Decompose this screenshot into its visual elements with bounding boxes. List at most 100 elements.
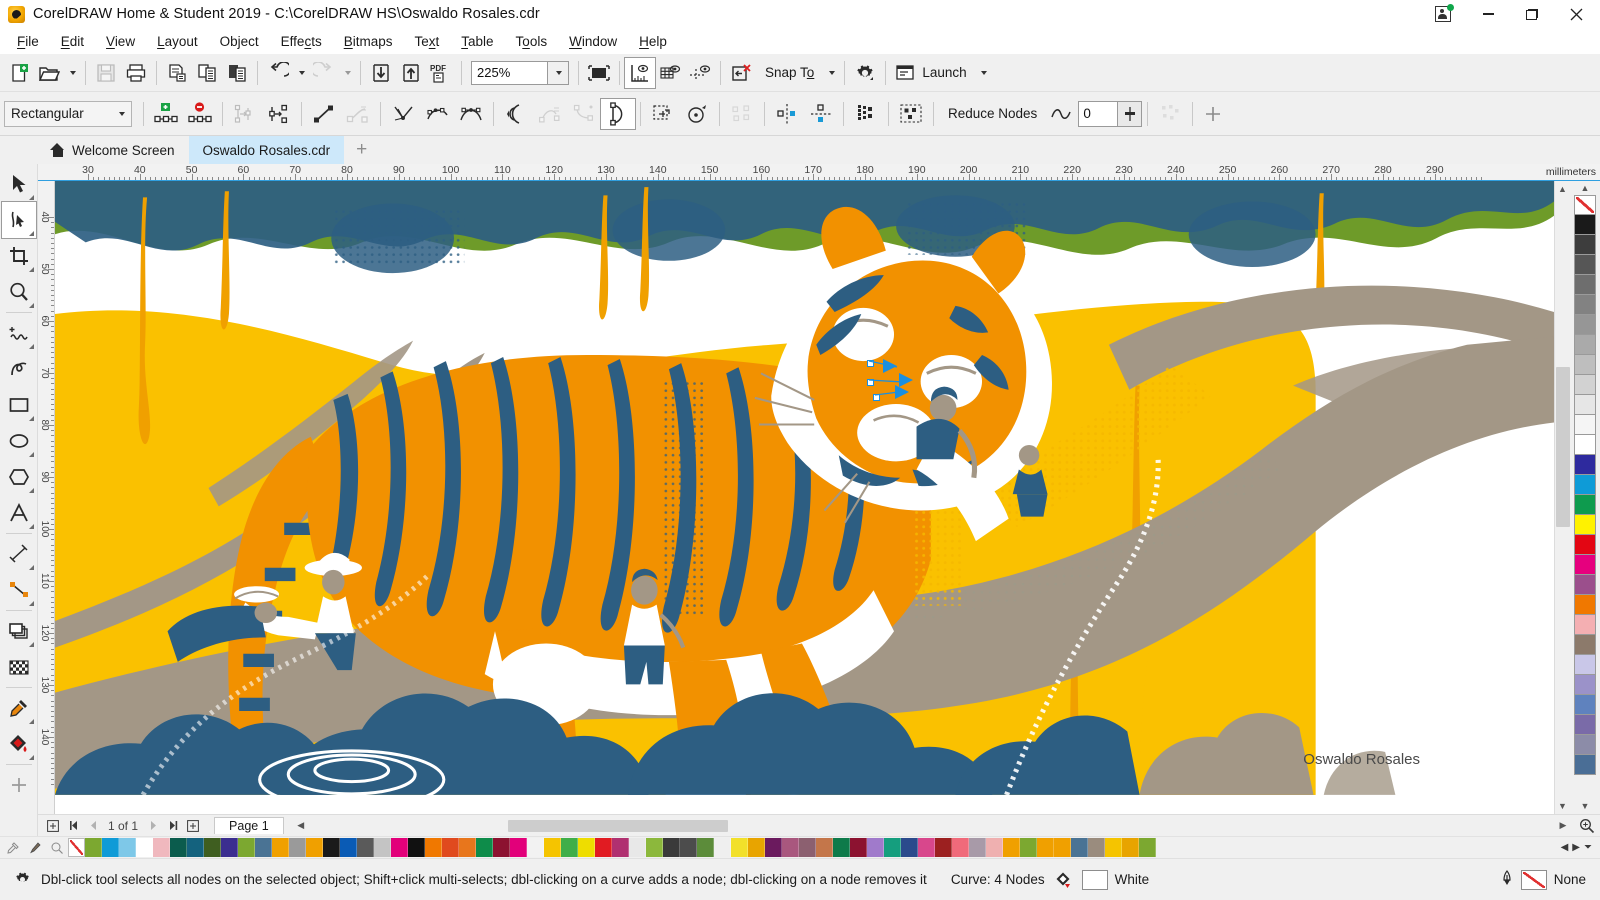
palette-swatch[interactable]	[1574, 315, 1596, 335]
parallel-dimension-tool[interactable]	[2, 536, 36, 572]
no-color-swatch[interactable]	[1574, 195, 1596, 215]
stretch-scale-nodes-button[interactable]	[646, 99, 680, 129]
scroll-left-arrow[interactable]: ◀	[294, 820, 308, 831]
make-node-cusp-button[interactable]	[386, 99, 420, 129]
palette-swatch[interactable]	[1574, 475, 1596, 495]
add-page-start-button[interactable]	[44, 817, 62, 835]
undo-button[interactable]	[263, 58, 293, 88]
sign-in-button[interactable]	[1422, 0, 1466, 28]
extract-subpath-button[interactable]	[567, 99, 601, 129]
pick-tool[interactable]	[2, 166, 36, 202]
palette-swatch[interactable]	[1054, 838, 1071, 857]
publish-to-pdf-button[interactable]: PDF	[426, 58, 456, 88]
palette-eyedropper-button[interactable]	[2, 838, 24, 858]
palette-swatch[interactable]	[935, 838, 952, 857]
copy-button[interactable]	[192, 58, 222, 88]
join-two-nodes-button[interactable]	[228, 99, 262, 129]
zoom-to-fit-button[interactable]	[1574, 818, 1600, 834]
palette-swatch[interactable]	[1574, 675, 1596, 695]
palette-swatch-row[interactable]	[85, 838, 1553, 857]
scroll-right-arrow[interactable]: ▶	[1556, 820, 1570, 831]
polygon-tool[interactable]	[2, 459, 36, 495]
palette-swatch[interactable]	[1574, 635, 1596, 655]
vertical-ruler[interactable]: 40 50 60 70 80 90 100 110 120 130 140	[38, 181, 55, 814]
palette-swatch[interactable]	[799, 838, 816, 857]
palette-swatch[interactable]	[289, 838, 306, 857]
palette-swatch[interactable]	[1139, 838, 1156, 857]
palette-swatch[interactable]	[918, 838, 935, 857]
make-node-smooth-button[interactable]	[420, 99, 454, 129]
scroll-up-arrow[interactable]: ▲	[1558, 181, 1567, 197]
palette-swatch[interactable]	[1574, 295, 1596, 315]
launch-button[interactable]: Launch	[891, 58, 975, 88]
palette-swatch[interactable]	[1037, 838, 1054, 857]
freehand-tool[interactable]	[2, 315, 36, 351]
menu-layout[interactable]: Layout	[146, 31, 209, 52]
tab-welcome-screen[interactable]: Welcome Screen	[36, 136, 189, 164]
break-curve-button[interactable]	[262, 99, 296, 129]
outline-color-group[interactable]: None	[1500, 869, 1586, 890]
shape-tool[interactable]	[0, 201, 37, 239]
palette-swatch[interactable]	[1071, 838, 1088, 857]
show-rulers-button[interactable]	[624, 56, 656, 89]
palette-swatch[interactable]	[136, 838, 153, 857]
show-grid-button[interactable]	[655, 58, 685, 88]
delete-node-button[interactable]	[183, 99, 217, 129]
palette-swatch[interactable]	[816, 838, 833, 857]
reflect-nodes-vertically-button[interactable]	[804, 99, 838, 129]
undo-dropdown-button[interactable]	[293, 58, 309, 88]
palette-swatch[interactable]	[391, 838, 408, 857]
palette-swatch[interactable]	[833, 838, 850, 857]
vertical-scroll-thumb[interactable]	[1555, 367, 1570, 527]
palette-swatch[interactable]	[1003, 838, 1020, 857]
smart-drawing-tool[interactable]	[2, 351, 36, 387]
palette-swatch[interactable]	[561, 838, 578, 857]
palette-swatch[interactable]	[1574, 755, 1596, 775]
palette-scroll-left[interactable]: ◀	[1561, 842, 1569, 853]
palette-swatch[interactable]	[1574, 735, 1596, 755]
palette-swatch[interactable]	[850, 838, 867, 857]
palette-swatch[interactable]	[340, 838, 357, 857]
select-similar-nodes-button[interactable]	[1153, 99, 1187, 129]
minimize-button[interactable]	[1466, 0, 1510, 28]
curve-smoothness-spinner[interactable]	[1078, 100, 1143, 127]
menu-file[interactable]: File	[6, 31, 50, 52]
menu-text[interactable]: Text	[403, 31, 450, 52]
palette-swatch[interactable]	[306, 838, 323, 857]
palette-swatch[interactable]	[459, 838, 476, 857]
scroll-down-arrow[interactable]: ▼	[1558, 798, 1567, 814]
palette-swatch[interactable]	[1574, 615, 1596, 635]
palette-swatch[interactable]	[442, 838, 459, 857]
palette-swatch[interactable]	[187, 838, 204, 857]
palette-swatch[interactable]	[748, 838, 765, 857]
palette-swatch[interactable]	[255, 838, 272, 857]
palette-swatch[interactable]	[153, 838, 170, 857]
new-document-button[interactable]	[4, 58, 34, 88]
menu-bitmaps[interactable]: Bitmaps	[333, 31, 404, 52]
selection-mode-combo[interactable]: Rectangular	[4, 100, 132, 127]
palette-swatch[interactable]	[714, 838, 731, 857]
palette-swatch[interactable]	[204, 838, 221, 857]
cut-button[interactable]	[162, 58, 192, 88]
last-page-button[interactable]	[164, 817, 182, 835]
new-tab-button[interactable]: +	[344, 136, 380, 164]
add-page-end-button[interactable]	[184, 817, 202, 835]
palette-expand-button[interactable]: ⏷	[1584, 842, 1592, 853]
palette-swatch[interactable]	[1574, 275, 1596, 295]
previous-page-button[interactable]	[84, 817, 102, 835]
options-button[interactable]	[850, 58, 880, 88]
restore-button[interactable]	[1510, 0, 1554, 28]
palette-swatch[interactable]	[374, 838, 391, 857]
page-tab-page-1[interactable]: Page 1	[214, 817, 284, 834]
print-button[interactable]	[121, 58, 151, 88]
palette-no-color-swatch[interactable]	[68, 838, 85, 857]
rotate-skew-nodes-button[interactable]	[680, 99, 714, 129]
palette-swatch[interactable]	[221, 838, 238, 857]
tiger-illustration-artwork[interactable]	[55, 181, 1554, 795]
fill-color-swatch[interactable]	[1081, 869, 1108, 890]
palette-magnifier-button[interactable]	[46, 838, 68, 858]
palette-swatch[interactable]	[901, 838, 918, 857]
open-document-button[interactable]	[34, 58, 64, 88]
redo-button[interactable]	[309, 58, 339, 88]
palette-brush-button[interactable]	[24, 838, 46, 858]
